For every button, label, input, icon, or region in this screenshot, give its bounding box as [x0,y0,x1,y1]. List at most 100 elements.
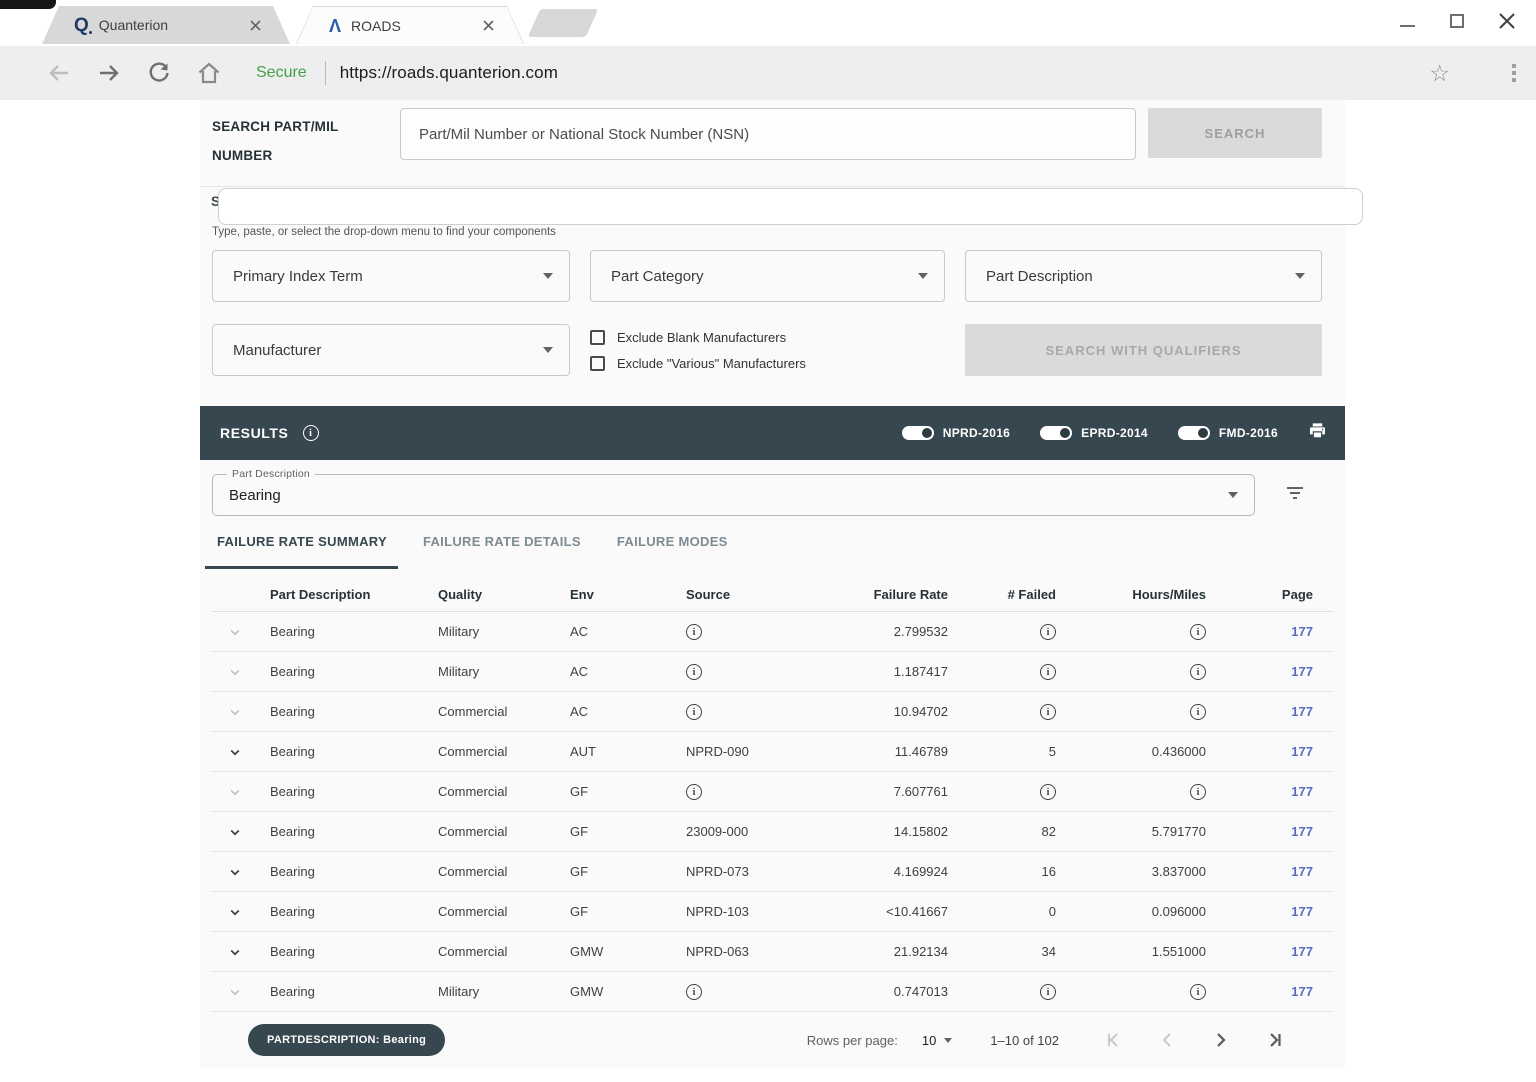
print-icon[interactable] [1308,421,1327,445]
info-icon[interactable]: i [686,704,702,721]
tab-close-icon[interactable] [479,17,497,35]
tab-failure-rate-details[interactable]: FAILURE RATE DETAILS [423,534,581,549]
last-page-icon[interactable] [1263,1028,1287,1052]
info-icon[interactable]: i [302,425,319,441]
toggle-nprd-2016[interactable]: NPRD-2016 [901,426,1010,440]
dropdown-manufacturer[interactable]: Manufacturer [212,324,570,376]
expand-row-chevron-icon[interactable] [212,783,258,801]
cell-page-link[interactable]: 177 [1220,704,1333,719]
component-search-input[interactable] [218,188,1363,225]
bookmark-star-icon[interactable]: ☆ [1429,61,1450,85]
toggle-fmd-2016[interactable]: FMD-2016 [1177,426,1278,440]
filter-chip[interactable]: PARTDESCRIPTION: Bearing [248,1024,446,1056]
info-icon[interactable]: i [1040,984,1056,1001]
cell-page-link[interactable]: 177 [1220,824,1333,839]
expand-row-chevron-icon[interactable] [212,863,258,881]
info-icon[interactable]: i [1040,704,1056,721]
cell-value[interactable]: 177 [1291,784,1313,799]
dropdown-part-description[interactable]: Part Description [965,250,1322,302]
part-mil-input[interactable] [400,108,1136,160]
cell-value[interactable]: 177 [1291,664,1313,679]
cell-page-link[interactable]: 177 [1220,744,1333,759]
cell-page-link[interactable]: 177 [1220,624,1333,639]
first-page-icon[interactable] [1101,1028,1125,1052]
cell-value[interactable]: 177 [1291,984,1313,999]
cell-value[interactable]: 177 [1291,744,1313,759]
browser-menu-icon[interactable] [1508,60,1520,86]
cell-page-link[interactable]: 177 [1220,784,1333,799]
home-icon[interactable] [192,56,226,90]
maximize-button[interactable] [1446,10,1468,32]
tab-close-icon[interactable] [246,16,264,34]
next-page-icon[interactable] [1209,1028,1233,1052]
table-row[interactable]: Bearing Commercial GF 23009-000 14.15802… [212,812,1333,852]
table-row[interactable]: Bearing Commercial AC i 10.94702 i i 177 [212,692,1333,732]
table-row[interactable]: Bearing Commercial GF NPRD-073 4.169924 … [212,852,1333,892]
table-row[interactable]: Bearing Commercial GF i 7.607761 i i 177 [212,772,1333,812]
expand-row-chevron-icon[interactable] [212,943,258,961]
exclude-various-checkbox[interactable] [590,356,605,371]
cell-value[interactable]: 177 [1291,704,1313,719]
table-row[interactable]: Bearing Military AC i 1.187417 i i 177 [212,652,1333,692]
expand-row-chevron-icon[interactable] [212,903,258,921]
exclude-blank-checkbox[interactable] [590,330,605,345]
expand-row-chevron-icon[interactable] [212,743,258,761]
reload-icon[interactable] [142,56,176,90]
part-description-filter-field[interactable]: Part Description Bearing [212,468,1255,516]
cell-failure-rate: 10.94702 [794,704,962,719]
table-row[interactable]: Bearing Military AC i 2.799532 i i 177 [212,612,1333,652]
cell-value[interactable]: 177 [1291,864,1313,879]
tab-roads[interactable]: Λ ROADS [296,6,524,44]
rows-per-page-select[interactable]: 10 [922,1033,953,1048]
expand-row-chevron-icon[interactable] [212,823,258,841]
close-button[interactable] [1496,10,1518,32]
back-icon[interactable] [42,56,76,90]
cell-page-link[interactable]: 177 [1220,944,1333,959]
minimize-button[interactable] [1396,10,1418,32]
search-button[interactable]: SEARCH [1148,108,1322,158]
info-icon[interactable]: i [686,784,702,801]
cell-value[interactable]: 177 [1291,904,1313,919]
expand-row-chevron-icon[interactable] [212,983,258,1001]
info-icon[interactable]: i [1040,664,1056,681]
info-icon[interactable]: i [686,664,702,681]
cell-page-link[interactable]: 177 [1220,984,1333,999]
cell-env: AC [558,704,644,719]
cell-value[interactable]: 177 [1291,824,1313,839]
cell-page-link[interactable]: 177 [1220,664,1333,679]
info-icon[interactable]: i [1040,624,1056,641]
info-icon[interactable]: i [686,624,702,641]
cell-page-link[interactable]: 177 [1220,864,1333,879]
address-url[interactable]: https://roads.quanterion.com [340,63,558,83]
table-row[interactable]: Bearing Military GMW i 0.747013 i i 177 [212,972,1333,1012]
tab-failure-rate-summary[interactable]: FAILURE RATE SUMMARY [217,534,387,549]
expand-row-chevron-icon[interactable] [212,703,258,721]
search-with-qualifiers-button[interactable]: SEARCH WITH QUALIFIERS [965,324,1322,376]
cell-page-link[interactable]: 177 [1220,904,1333,919]
table-row[interactable]: Bearing Commercial GF NPRD-103 <10.41667… [212,892,1333,932]
secure-badge[interactable]: Secure [256,64,307,82]
expand-row-chevron-icon[interactable] [212,623,258,641]
info-icon[interactable]: i [1190,784,1206,801]
cell-value[interactable]: 177 [1291,624,1313,639]
info-icon[interactable]: i [1190,704,1206,721]
table-row[interactable]: Bearing Commercial AUT NPRD-090 11.46789… [212,732,1333,772]
info-icon[interactable]: i [1190,624,1206,641]
info-icon[interactable]: i [686,984,702,1001]
tab-quanterion[interactable]: Q Quanterion [42,6,290,44]
table-row[interactable]: Bearing Commercial GMW NPRD-063 21.92134… [212,932,1333,972]
cell-value[interactable]: 177 [1291,944,1313,959]
info-icon[interactable]: i [1190,664,1206,681]
expand-row-chevron-icon[interactable] [212,663,258,681]
info-icon[interactable]: i [1040,784,1056,801]
info-icon[interactable]: i [1190,984,1206,1001]
filter-list-icon[interactable] [1285,484,1305,504]
dropdown-primary-index-term[interactable]: Primary Index Term [212,250,570,302]
tab-failure-modes[interactable]: FAILURE MODES [617,534,728,549]
cell-num-failed: 34 [962,944,1070,959]
chevron-down-icon [543,347,553,353]
forward-icon[interactable] [92,56,126,90]
previous-page-icon[interactable] [1155,1028,1179,1052]
dropdown-part-category[interactable]: Part Category [590,250,945,302]
toggle-eprd-2014[interactable]: EPRD-2014 [1040,426,1148,440]
